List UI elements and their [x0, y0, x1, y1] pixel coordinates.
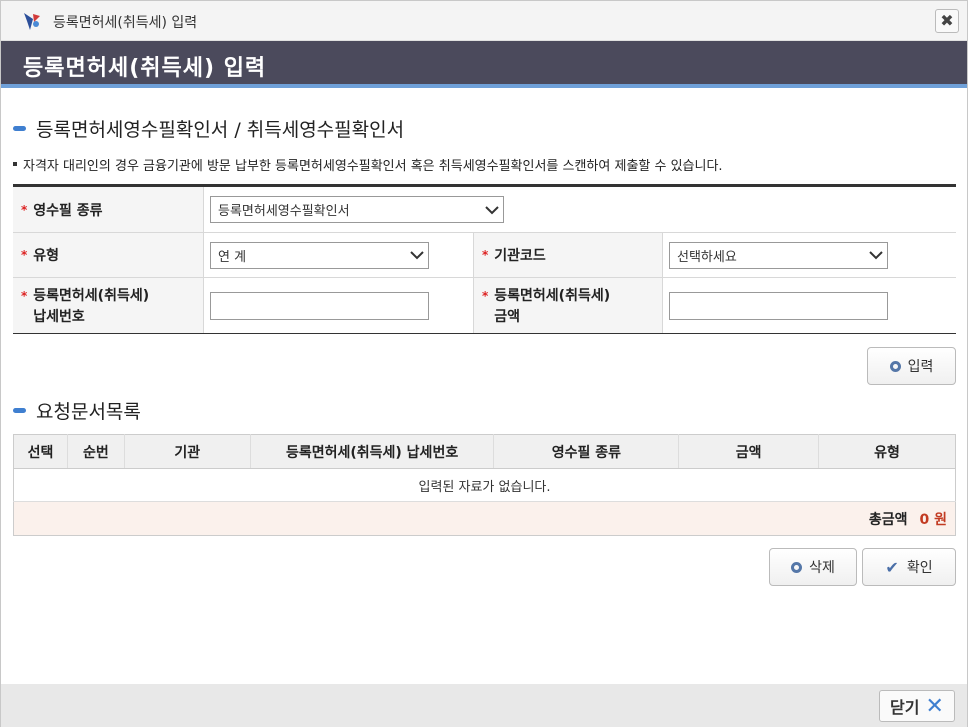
section-title-receipt: 등록면허세영수필확인서 / 취득세영수필확인서 [13, 115, 404, 142]
title-bar: 등록면허세(취득세) 입력 ✖ [1, 1, 967, 41]
total-label: 총금액 [868, 511, 908, 528]
column-header: 등록면허세(취득세) 납세번호 [250, 434, 495, 469]
form-row-tax: * 등록면허세(취득세) 납세번호 * 등록면허세(취득세) 금액 [13, 278, 956, 333]
required-mark: * [482, 289, 489, 303]
tax-number-input[interactable] [210, 291, 429, 320]
app-logo-icon [24, 13, 40, 30]
form-row-receipt-type: * 영수필 종류 등록면허세영수필확인서 [13, 187, 956, 233]
delete-button[interactable]: 삭제 [769, 548, 857, 586]
window-close-button[interactable]: ✖ [935, 9, 959, 33]
org-code-select[interactable]: 선택하세요 [669, 241, 888, 269]
notice-text: 자격자 대리인의 경우 금융기관에 방문 납부한 등록면허세영수필확인서 혹은 … [13, 155, 723, 174]
column-header: 영수필 종류 [493, 434, 680, 469]
form-row-type: * 유형 연 계 * 기관코드 선택하세요 [13, 233, 956, 278]
page-header: 등록면허세(취득세) 입력 [1, 41, 967, 88]
required-mark: * [21, 289, 28, 303]
total-amount: 0 원 [919, 511, 948, 528]
section-bullet-icon [13, 408, 26, 413]
org-code-label: * 기관코드 [474, 233, 663, 277]
receipt-form: * 영수필 종류 등록면허세영수필확인서 * 유형 연 계 * 기관코드 선택하… [13, 184, 956, 334]
check-icon: ✔ [885, 557, 899, 577]
required-mark: * [21, 248, 28, 262]
page-title: 등록면허세(취득세) 입력 [23, 56, 267, 81]
tax-amount-input[interactable] [669, 291, 888, 320]
chevron-down-icon [485, 205, 499, 214]
circle-icon [889, 360, 901, 372]
column-header: 유형 [818, 434, 956, 469]
total-row: 총금액 0 원 [13, 501, 956, 536]
required-mark: * [482, 248, 489, 262]
table-row: 입력된 자료가 없습니다. [13, 468, 956, 502]
column-header: 금액 [678, 434, 820, 469]
required-mark: * [21, 202, 28, 217]
receipt-type-label: * 영수필 종류 [13, 187, 204, 232]
chevron-down-icon [410, 251, 424, 260]
section-title-request-list: 요청문서목록 [13, 397, 141, 424]
column-header: 선택 [13, 434, 68, 469]
confirm-button[interactable]: ✔ 확인 [862, 548, 956, 586]
request-document-table: 선택 순번 기관 등록면허세(취득세) 납세번호 영수필 종류 금액 유형 입력… [13, 434, 956, 536]
section-bullet-icon [13, 126, 26, 131]
table-header-row: 선택 순번 기관 등록면허세(취득세) 납세번호 영수필 종류 금액 유형 [13, 434, 956, 469]
popup-window: 등록면허세(취득세) 입력 ✖ 등록면허세(취득세) 입력 등록면허세영수필확인… [0, 0, 968, 727]
type-select[interactable]: 연 계 [210, 241, 429, 269]
column-header: 기관 [124, 434, 251, 469]
window-title: 등록면허세(취득세) 입력 [53, 15, 198, 31]
input-button[interactable]: 입력 [867, 347, 956, 385]
tax-amount-label: * 등록면허세(취득세) 금액 [474, 278, 663, 333]
footer-close-button[interactable]: 닫기 ✕ [879, 690, 955, 722]
receipt-type-select[interactable]: 등록면허세영수필확인서 [210, 196, 504, 223]
type-label: * 유형 [13, 233, 204, 277]
column-header: 순번 [67, 434, 125, 469]
circle-icon [791, 561, 803, 573]
chevron-down-icon [869, 251, 883, 260]
footer-bar: 닫기 ✕ [1, 684, 967, 727]
close-icon: ✖ [940, 11, 954, 30]
empty-message: 입력된 자료가 없습니다. [13, 468, 956, 502]
close-icon: ✕ [925, 693, 944, 719]
tax-number-label: * 등록면허세(취득세) 납세번호 [13, 278, 204, 333]
square-bullet-icon [13, 161, 17, 166]
